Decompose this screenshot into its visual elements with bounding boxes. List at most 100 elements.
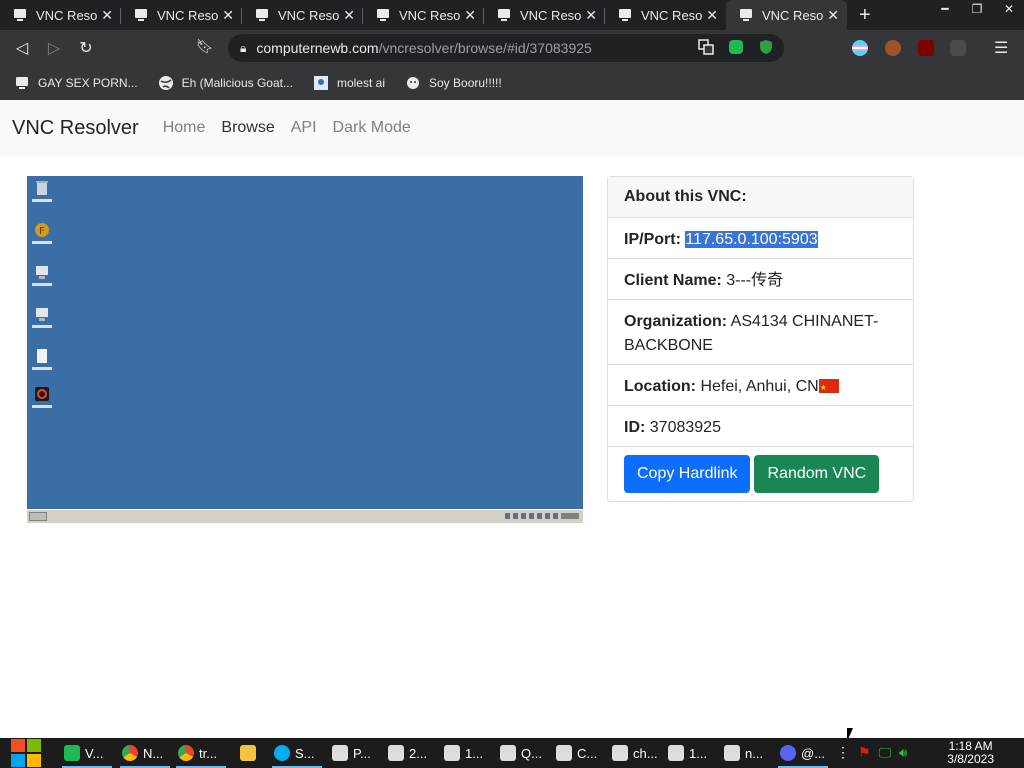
tab-title: VNC Resolv <box>641 7 703 23</box>
organization-label: Organization: <box>624 313 728 330</box>
taskbar-item-vnc-4[interactable]: Q... <box>500 738 542 768</box>
system-tray: ⋮ ⚑ 🖵︎ 🔊︎ <box>836 744 907 761</box>
vnc-favicon-icon <box>16 77 28 89</box>
organization-row: Organization: AS4134 CHINANET-BACKBONE <box>608 300 913 365</box>
booru-favicon-icon <box>407 77 419 89</box>
site-navbar: VNC Resolver Home Browse API Dark Mode <box>0 100 1024 156</box>
taskbar-item-vnc-1[interactable]: P... <box>332 738 371 768</box>
nav-home[interactable]: Home <box>163 119 206 137</box>
taskbar-item-skype[interactable]: S... <box>274 738 315 768</box>
close-tab-icon[interactable]: ✕ <box>464 7 476 24</box>
close-tab-icon[interactable]: ✕ <box>585 7 597 24</box>
taskbar-item-vnc-7[interactable]: 1... <box>668 738 707 768</box>
extension-icon[interactable] <box>950 40 966 56</box>
minimize-icon[interactable]: ━ <box>930 0 960 18</box>
tray-overflow-icon[interactable]: ⋮ <box>836 744 850 761</box>
browser-tab-1[interactable]: VNC Resolv ✕ <box>0 0 121 30</box>
ip-port-value[interactable]: 117.65.0.100:5903 <box>685 231 818 248</box>
close-tab-icon[interactable]: ✕ <box>101 7 113 24</box>
id-label: ID: <box>624 419 646 436</box>
reload-icon[interactable]: ↻ <box>70 32 102 64</box>
nav-dark-mode[interactable]: Dark Mode <box>333 119 411 137</box>
desktop-app-icon <box>32 386 52 408</box>
tab-title: VNC Resolv <box>520 7 582 23</box>
discord-icon <box>780 745 796 761</box>
close-window-icon[interactable]: ✕ <box>994 0 1024 18</box>
tab-title: VNC Resolv <box>762 7 824 23</box>
china-flag-icon <box>818 376 839 400</box>
taskbar-item-vnc-3[interactable]: 1... <box>444 738 483 768</box>
taskbar-item-discord[interactable]: @... <box>780 738 825 768</box>
taskbar-item-vnc-2[interactable]: 2... <box>388 738 427 768</box>
extension-flag-icon[interactable] <box>852 40 868 56</box>
taskbar-clock[interactable]: 1:18 AM 3/8/2023 <box>947 740 994 766</box>
taskbar-item-label: S... <box>295 745 315 761</box>
taskbar-item-chrome-2[interactable]: tr... <box>178 738 217 768</box>
translate-icon[interactable] <box>698 39 714 55</box>
taskbar-item-explorer[interactable] <box>240 738 261 768</box>
browser-tab-6[interactable]: VNC Resolv ✕ <box>605 0 726 30</box>
bookmarks-bar: GAY SEX PORN... Eh (Malicious Goat... mo… <box>0 66 1024 100</box>
flag-icon[interactable]: ⚑ <box>858 744 871 761</box>
forward-icon[interactable]: ▷ <box>38 32 70 64</box>
bookmark-label: Eh (Malicious Goat... <box>181 76 293 90</box>
taskbar-item-vnc-8[interactable]: n... <box>724 738 763 768</box>
vnc-remote-tray <box>505 513 579 519</box>
site-brand[interactable]: VNC Resolver <box>12 117 139 140</box>
taskbar-item-label: 2... <box>409 745 428 761</box>
bookmark-item[interactable]: Eh (Malicious Goat... <box>158 75 293 91</box>
nav-api[interactable]: API <box>291 119 317 137</box>
browser-tab-5[interactable]: VNC Resolv ✕ <box>484 0 605 30</box>
bookmark-item[interactable]: Soy Booru!!!!! <box>405 75 502 91</box>
extension-avatar-icon[interactable] <box>885 40 901 56</box>
close-tab-icon[interactable]: ✕ <box>343 7 355 24</box>
address-bar[interactable]: 🔒︎ computernewb.com/vncresolver/browse/#… <box>228 34 784 62</box>
browser-tab-2[interactable]: VNC Resolv ✕ <box>121 0 242 30</box>
close-tab-icon[interactable]: ✕ <box>222 7 234 24</box>
taskbar-item-label: 1... <box>689 745 708 761</box>
vnc-viewer-icon <box>556 745 572 761</box>
bookmark-item[interactable]: molest ai <box>313 75 385 91</box>
copy-hardlink-button[interactable]: Copy Hardlink <box>624 455 751 493</box>
close-tab-icon[interactable]: ✕ <box>706 7 718 24</box>
browser-tab-4[interactable]: VNC Resolv ✕ <box>363 0 484 30</box>
shield-icon[interactable] <box>758 39 774 55</box>
close-tab-icon[interactable]: ✕ <box>827 7 839 24</box>
vnc-favicon-icon <box>619 9 631 21</box>
back-icon[interactable]: ◁ <box>6 32 38 64</box>
vnc-remote-taskbar <box>27 509 583 523</box>
bookmark-item[interactable]: GAY SEX PORN... <box>14 75 138 91</box>
card-header: About this VNC: <box>608 177 913 218</box>
ublock-icon[interactable] <box>918 40 934 56</box>
clock-date: 3/8/2023 <box>947 752 994 766</box>
volume-icon[interactable]: 🔊︎ <box>899 745 907 761</box>
chrome-icon <box>122 745 138 761</box>
taskbar-item-vnc-5[interactable]: C... <box>556 738 597 768</box>
window-controls: ━ ❐ ✕ <box>928 0 1024 18</box>
browser-tab-active[interactable]: VNC Resolv ✕ <box>726 0 847 30</box>
id-row: ID: 37083925 <box>608 406 913 447</box>
taskbar-item-spotify[interactable]: V... <box>64 738 103 768</box>
vnc-viewer-icon <box>388 745 404 761</box>
random-vnc-button[interactable]: Random VNC <box>754 455 880 493</box>
new-tab-button[interactable]: + <box>859 0 871 30</box>
nav-browse[interactable]: Browse <box>221 119 274 137</box>
network-icon[interactable]: 🖵︎ <box>879 745 892 761</box>
vnc-viewer-icon <box>332 745 348 761</box>
restore-icon[interactable]: ❐ <box>962 0 992 18</box>
windows-start-icon[interactable] <box>8 738 44 768</box>
browser-tab-3[interactable]: VNC Resolv ✕ <box>242 0 363 30</box>
spotify-extension-icon[interactable] <box>728 39 744 55</box>
menu-icon[interactable]: ☰ <box>994 38 1008 58</box>
vnc-info-card: About this VNC: IP/Port: 117.65.0.100:59… <box>607 176 914 502</box>
folder-icon <box>240 745 256 761</box>
taskbar-item-vnc-6[interactable]: ch... <box>612 738 658 768</box>
bookmark-icon[interactable]: 🔖︎ <box>196 38 214 55</box>
vnc-viewer-icon <box>500 745 516 761</box>
bookmark-label: Soy Booru!!!!! <box>429 76 502 90</box>
location-row: Location: Hefei, Anhui, CN <box>608 365 913 406</box>
vnc-screenshot: F <box>27 176 583 523</box>
taskbar-item-chrome[interactable]: N... <box>122 738 163 768</box>
card-actions: Copy Hardlink Random VNC <box>608 447 913 501</box>
chrome-icon <box>178 745 194 761</box>
